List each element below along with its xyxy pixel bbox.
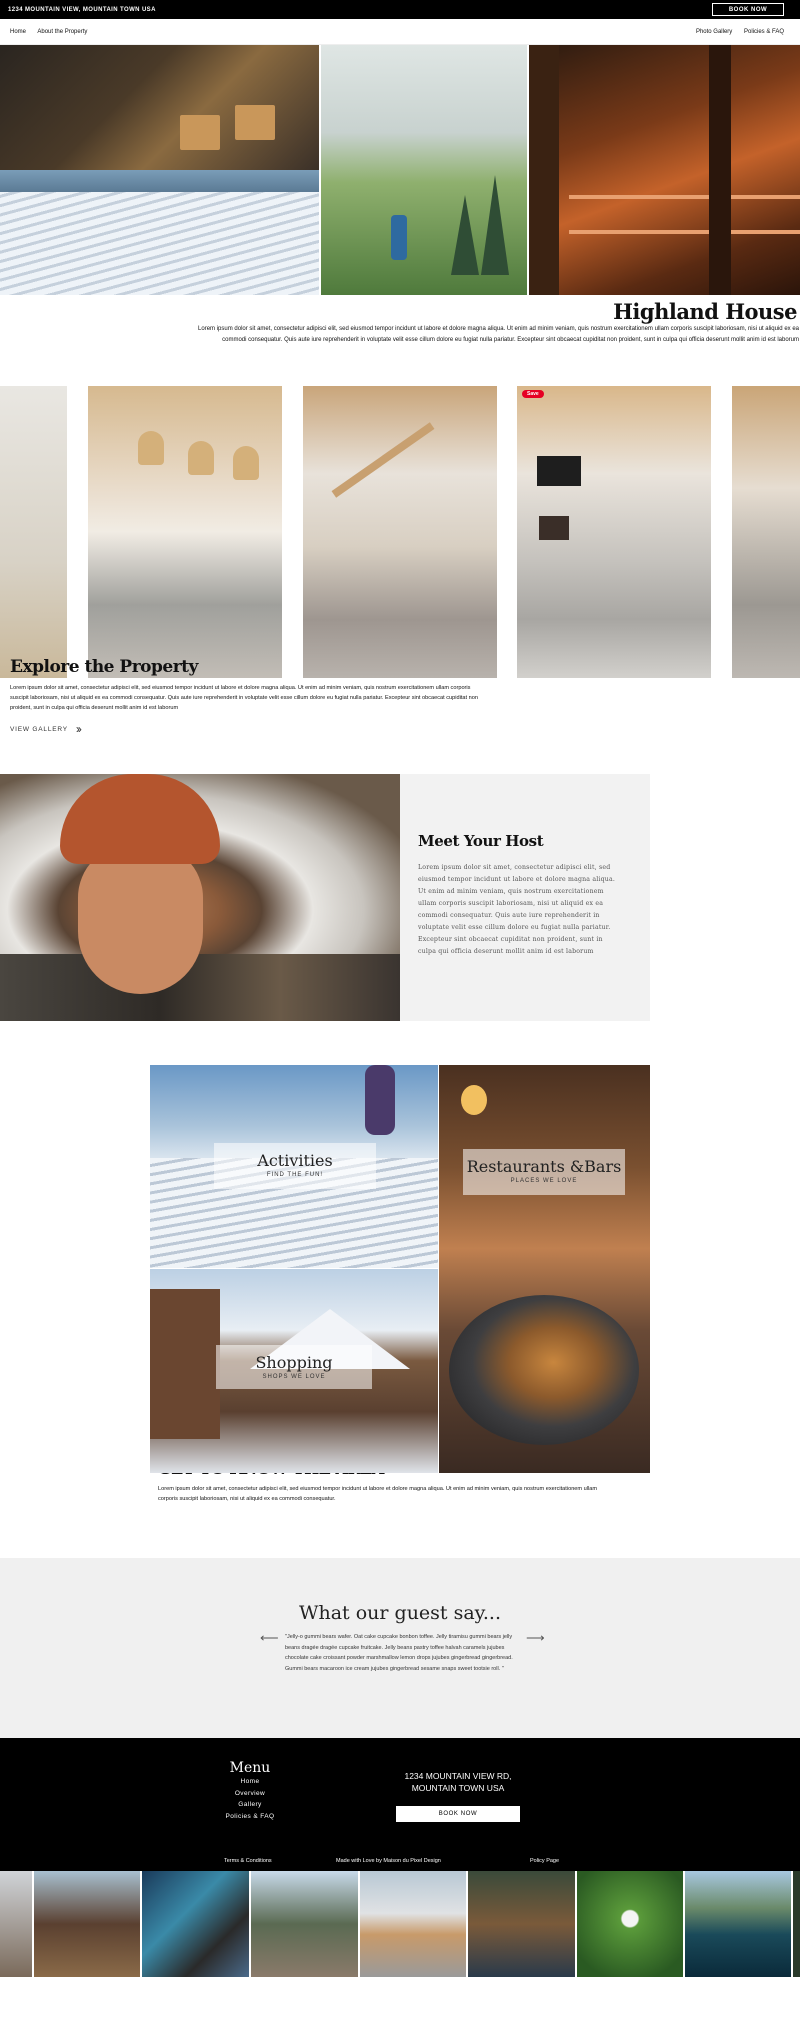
instagram-photo[interactable] [0,1871,32,1977]
top-bar: 1234 MOUNTAIN VIEW, MOUNTAIN TOWN USA BO… [0,0,800,19]
nav-about-link[interactable]: About the Property [37,29,87,35]
instagram-photo[interactable] [360,1871,466,1977]
host-panel: Meet Your Host Lorem ipsum dolor sit ame… [400,774,650,1021]
instagram-photo[interactable] [142,1871,249,1977]
host-description: Lorem ipsum dolor sit amet, consectetur … [418,864,616,955]
restaurants-subtitle: PLACES WE LOVE [510,1178,578,1184]
double-chevron-right-icon: ›› [75,722,82,736]
testimonial-section: What our guest say... ⟵ "Jelly-o gummi b… [0,1558,800,1738]
view-gallery-label: VIEW GALLERY [10,725,68,733]
credit-text: Made with Love by Maison du Pixel Design [336,1858,441,1864]
host-title: Meet Your Host [418,832,544,850]
restaurants-label-box: Restaurants &Bars PLACES WE LOVE [463,1149,625,1195]
arrow-right-icon[interactable]: ⟶ [526,1630,545,1646]
testimonial-title: What our guest say... [298,1602,502,1624]
shopping-subtitle: SHOPS WE LOVE [262,1374,326,1380]
arrow-left-icon[interactable]: ⟵ [260,1630,279,1646]
footer-menu-policies[interactable]: Policies & FAQ [222,1811,278,1823]
gallery-carousel[interactable]: Save [0,386,800,681]
nav-gallery-link[interactable]: Photo Gallery [696,29,732,35]
activities-title: Activities [257,1151,333,1170]
pinterest-save-button[interactable]: Save [522,390,544,398]
footer-book-now-button[interactable]: BOOK NOW [396,1806,520,1822]
gallery-photo[interactable] [303,386,497,678]
footer-menu-overview[interactable]: Overview [222,1788,278,1800]
footer: Menu Home Overview Gallery Policies & FA… [0,1738,800,1871]
instagram-photo[interactable] [685,1871,791,1977]
testimonial-quote: "Jelly-o gummi bears wafer. Oat cake cup… [285,1634,513,1672]
area-tiles: Activities FIND THE FUN! Restaurants &Ba… [0,1065,800,1475]
hiker-photo [321,45,527,295]
footer-address-line2: MOUNTAIN TOWN USA [411,1783,505,1793]
snow-slope-photo [0,170,319,295]
instagram-photo[interactable] [468,1871,575,1977]
area-description: Lorem ipsum dolor sit amet, consectetur … [158,1486,598,1502]
intro-section: Highland House Lorem ipsum dolor sit ame… [0,295,800,346]
shopping-label-box: Shopping SHOPS WE LOVE [216,1345,372,1389]
property-title: Highland House [613,299,797,324]
gallery-photo[interactable] [0,386,67,678]
policy-link[interactable]: Policy Page [530,1858,559,1864]
property-description: Lorem ipsum dolor sit amet, consectetur … [198,326,799,343]
footer-menu-title: Menu [229,1760,271,1776]
instagram-strip [0,1871,800,1977]
explore-section: Explore the Property Lorem ipsum dolor s… [0,657,800,736]
explore-title: Explore the Property [10,657,198,677]
host-photo [0,774,400,1021]
top-address: 1234 MOUNTAIN VIEW, MOUNTAIN TOWN USA [8,6,156,13]
restaurants-tile[interactable]: Restaurants &Bars PLACES WE LOVE [439,1065,650,1473]
host-section: Meet Your Host Lorem ipsum dolor sit ame… [0,774,800,1022]
instagram-photo[interactable] [251,1871,358,1977]
footer-address: 1234 MOUNTAIN VIEW RD, MOUNTAIN TOWN USA [396,1770,520,1794]
footer-address-line1: 1234 MOUNTAIN VIEW RD, [404,1771,512,1781]
instagram-photo[interactable] [577,1871,683,1977]
restaurants-title: Restaurants &Bars [466,1157,622,1176]
main-nav: Home About the Property Photo Gallery Po… [0,19,800,45]
instagram-photo[interactable] [34,1871,140,1977]
hero-collage [0,45,800,295]
nav-home-link[interactable]: Home [10,29,26,35]
shopping-tile[interactable]: Shopping SHOPS WE LOVE [150,1269,438,1473]
footer-menu-gallery[interactable]: Gallery [222,1799,278,1811]
activities-tile[interactable]: Activities FIND THE FUN! [150,1065,438,1268]
instagram-photo[interactable] [793,1871,800,1977]
footer-menu-home[interactable]: Home [222,1776,278,1788]
nav-right: Photo Gallery Policies & FAQ [696,29,784,35]
explore-description: Lorem ipsum dolor sit amet, consectetur … [10,685,478,711]
view-gallery-link[interactable]: VIEW GALLERY ›› [10,722,800,736]
shopping-title: Shopping [255,1353,333,1372]
activities-label-box: Activities FIND THE FUN! [214,1143,376,1189]
gallery-photo[interactable] [88,386,282,678]
nav-left: Home About the Property [10,29,97,35]
book-now-button[interactable]: BOOK NOW [712,3,784,16]
cabin-photo [529,45,800,295]
nav-policies-link[interactable]: Policies & FAQ [744,29,784,35]
gallery-photo[interactable] [732,386,800,678]
terms-link[interactable]: Terms & Conditions [224,1858,272,1864]
footer-menu: Menu Home Overview Gallery Policies & FA… [222,1760,278,1822]
deck-chairs-photo [0,45,319,170]
gallery-photo[interactable] [517,386,711,678]
activities-subtitle: FIND THE FUN! [266,1172,324,1178]
